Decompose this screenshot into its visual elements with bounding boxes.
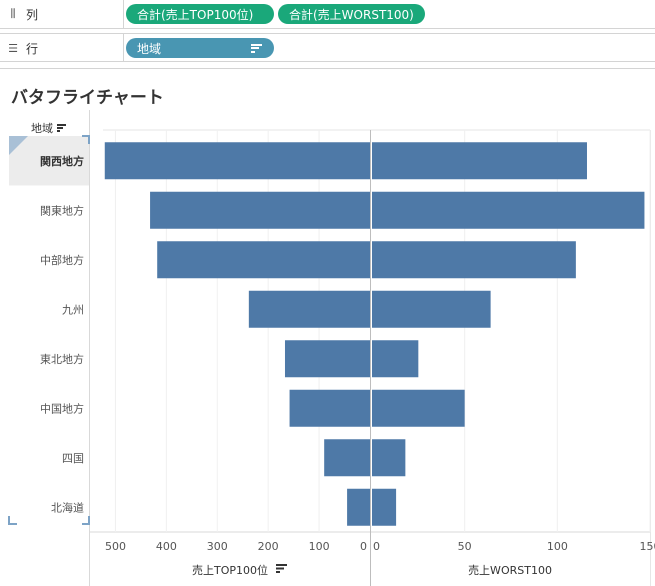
axis-title-worst100[interactable]: 売上WORST100 bbox=[468, 564, 552, 577]
bar-worst100[interactable] bbox=[372, 290, 491, 328]
category-label[interactable]: 中国地方 bbox=[40, 401, 84, 415]
tick-label-left: 400 bbox=[156, 540, 177, 553]
category-label[interactable]: 関西地方 bbox=[40, 154, 84, 168]
pill-sum-top100-label: 合計(売上TOP100位) bbox=[137, 7, 254, 22]
bar-top100[interactable] bbox=[248, 290, 370, 328]
pill-region[interactable]: 地域 bbox=[126, 38, 274, 58]
bar-worst100[interactable] bbox=[372, 340, 419, 378]
category-label[interactable]: 四国 bbox=[62, 452, 84, 465]
tick-label-right: 0 bbox=[373, 540, 380, 553]
axis-title-top100[interactable]: 売上TOP100位 bbox=[192, 563, 268, 577]
bar-worst100[interactable] bbox=[372, 191, 645, 229]
bar-worst100[interactable] bbox=[372, 389, 465, 427]
tick-label-right: 100 bbox=[547, 540, 568, 553]
columns-shelf-text: 列 bbox=[26, 7, 39, 22]
category-label[interactable]: 関東地方 bbox=[40, 203, 84, 217]
tick-label-left: 200 bbox=[258, 540, 279, 553]
pill-sum-top100[interactable]: 合計(売上TOP100位) bbox=[126, 4, 274, 24]
shelf-divider bbox=[0, 68, 655, 69]
bracket-bottom-left bbox=[8, 516, 17, 525]
bar-top100[interactable] bbox=[284, 340, 370, 378]
bar-top100[interactable] bbox=[324, 439, 370, 477]
tick-label-right: 50 bbox=[458, 540, 472, 553]
pill-sum-worst100-label: 合計(売上WORST100) bbox=[289, 7, 414, 22]
tick-label-left: 0 bbox=[360, 540, 367, 553]
bar-worst100[interactable] bbox=[372, 142, 587, 180]
sheet-title: バタフライチャート bbox=[11, 88, 164, 108]
bar-top100[interactable] bbox=[104, 142, 370, 180]
bar-top100[interactable] bbox=[347, 488, 370, 526]
category-label[interactable]: 九州 bbox=[62, 303, 84, 316]
bar-worst100[interactable] bbox=[372, 241, 576, 279]
axis-sort-icon[interactable] bbox=[276, 567, 284, 570]
category-label[interactable]: 東北地方 bbox=[40, 352, 84, 366]
axis-sort-icon[interactable] bbox=[276, 571, 280, 573]
columns-shelf: ⫼ 列 合計(売上TOP100位) 合計(売上WORST100) bbox=[0, 0, 655, 29]
bar-top100[interactable] bbox=[150, 191, 370, 229]
rows-icon: ☰ bbox=[8, 41, 18, 55]
tick-label-left: 100 bbox=[309, 540, 330, 553]
bar-top100[interactable] bbox=[157, 241, 370, 279]
pill-region-label: 地域 bbox=[137, 41, 162, 56]
axis-sort-icon[interactable] bbox=[276, 564, 287, 566]
columns-icon: ⫼ bbox=[10, 7, 16, 20]
columns-shelf-label: ⫼ 列 bbox=[0, 0, 124, 28]
rows-shelf-label: ☰ 行 bbox=[0, 34, 124, 62]
category-label[interactable]: 中部地方 bbox=[40, 253, 84, 267]
bar-worst100[interactable] bbox=[372, 439, 406, 477]
bar-top100[interactable] bbox=[289, 389, 370, 427]
rows-shelf: ☰ 行 地域 bbox=[0, 33, 655, 62]
tick-label-right: 150 bbox=[640, 540, 655, 553]
butterfly-chart: 関西地方関東地方中部地方九州東北地方中国地方四国北海道500 400 300 200 1… bbox=[8, 110, 655, 586]
bracket-bottom-right bbox=[82, 516, 90, 525]
category-label[interactable]: 北海道 bbox=[51, 500, 84, 514]
tick-label-left: 300 bbox=[207, 540, 228, 553]
bar-worst100[interactable] bbox=[372, 488, 397, 526]
tick-label-left: 500 bbox=[105, 540, 126, 553]
sort-descending-icon[interactable] bbox=[251, 43, 263, 53]
rows-shelf-text: 行 bbox=[26, 41, 39, 56]
pill-sum-worst100[interactable]: 合計(売上WORST100) bbox=[278, 4, 425, 24]
